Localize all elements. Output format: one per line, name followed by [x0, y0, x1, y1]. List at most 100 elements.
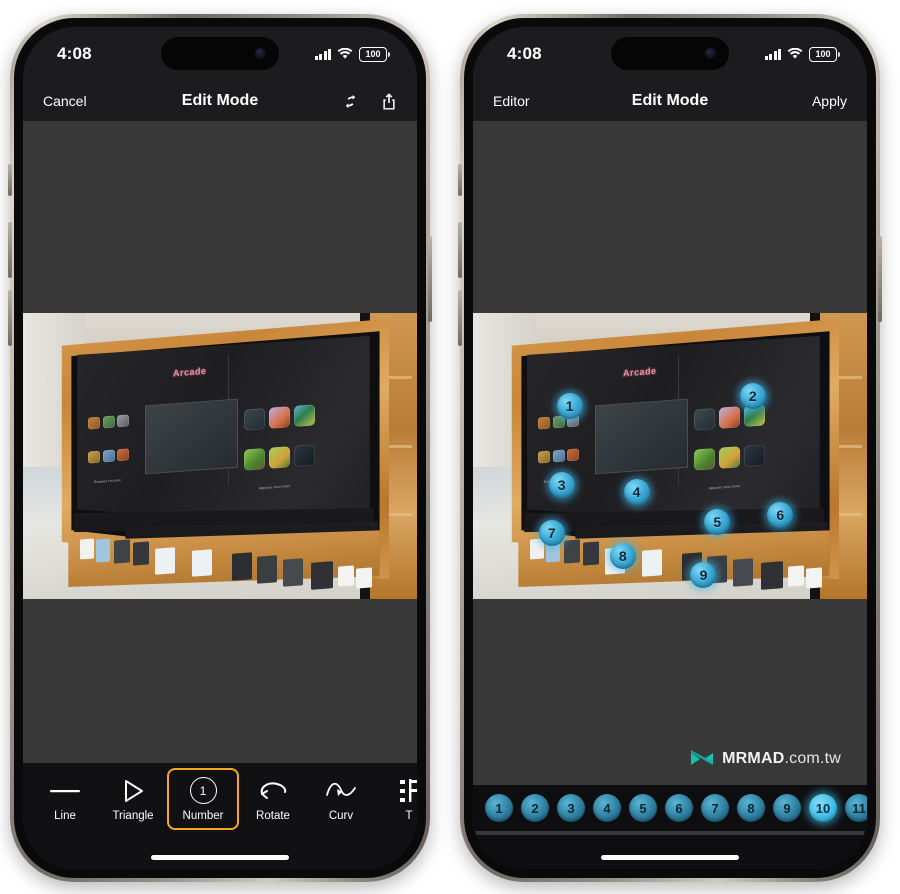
number-chip-9[interactable]: 9	[773, 794, 801, 822]
number-chip-3[interactable]: 3	[557, 794, 585, 822]
rotate-arrow-icon	[258, 777, 288, 805]
tool-number[interactable]: 1 Number	[167, 768, 239, 830]
right-phone-device: 4:08 100 Editor Edit Mode Apply Arcade A…	[458, 14, 882, 882]
status-clock: 4:08	[57, 44, 92, 63]
number-circle-icon: 1	[189, 777, 217, 805]
annotation-marker-7[interactable]: 7	[538, 520, 565, 547]
battery-level-label: 100	[365, 48, 381, 59]
left-phone-screen: 4:08 100 Cancel Edit Mode Arcade Essayez…	[23, 27, 417, 869]
line-icon	[49, 777, 81, 805]
cellular-bars-icon	[314, 48, 331, 60]
number-chip-2[interactable]: 2	[521, 794, 549, 822]
watermark-brand: MRMAD	[722, 750, 785, 767]
left-home-area	[23, 835, 417, 869]
tool-crop[interactable]: T	[375, 768, 417, 830]
curve-arrow-icon	[324, 777, 358, 805]
power-button[interactable]	[878, 236, 882, 322]
annotation-marker-2[interactable]: 2	[739, 382, 766, 409]
status-indicators: 100	[314, 46, 390, 62]
number-chip-4[interactable]: 4	[593, 794, 621, 822]
cellular-bars-icon	[764, 48, 781, 60]
annotation-marker-4[interactable]: 4	[623, 478, 650, 505]
share-up-arrow-icon[interactable]	[381, 92, 397, 110]
sync-arrows-icon[interactable]	[342, 93, 359, 110]
apple-store-arcade-photo: Arcade E	[23, 313, 417, 599]
tool-label: Number	[182, 809, 224, 822]
tool-label: Triangle	[112, 809, 154, 822]
page-title: Edit Mode	[631, 92, 709, 109]
left-editor-canvas[interactable]: Arcade Essayez les jeux Appuyez pour jou…	[23, 121, 417, 869]
dynamic-island	[161, 37, 279, 70]
left-phone-bezel: 4:08 100 Cancel Edit Mode Arcade Essayez…	[14, 18, 426, 878]
annotation-marker-5[interactable]: 5	[704, 508, 731, 535]
right-nav-bar: Editor Edit Mode Apply	[473, 81, 867, 121]
tool-line[interactable]: Line	[31, 768, 99, 830]
right-phone-bezel: 4:08 100 Editor Edit Mode Apply Arcade A…	[464, 18, 876, 878]
annotation-marker-9[interactable]: 9	[690, 561, 717, 588]
editor-button[interactable]: Editor	[493, 93, 567, 109]
annotation-toolbar[interactable]: Line Triangle 1 Number Rotate Curv T	[23, 763, 417, 835]
volume-up-button[interactable]	[458, 222, 462, 278]
power-button[interactable]	[428, 236, 432, 322]
right-photo-preview[interactable]: Arcade E	[473, 313, 867, 599]
battery-level-label: 100	[815, 48, 831, 59]
annotation-marker-3[interactable]: 3	[548, 471, 575, 498]
battery-indicator: 100	[359, 46, 390, 62]
dynamic-island	[611, 37, 729, 70]
annotation-marker-8[interactable]: 8	[609, 543, 636, 570]
tool-label: Rotate	[256, 809, 290, 822]
left-photo-preview[interactable]: Arcade Essayez les jeux Appuyez pour jou…	[23, 313, 417, 599]
watermark-domain: .com.tw	[784, 750, 841, 767]
volume-down-button[interactable]	[458, 290, 462, 346]
status-clock: 4:08	[507, 44, 542, 63]
tool-label: T	[405, 809, 413, 822]
front-camera-icon	[705, 48, 716, 59]
status-bar: 4:08 100	[23, 27, 417, 81]
tool-label: Line	[54, 809, 76, 822]
home-indicator[interactable]	[601, 855, 739, 860]
tool-curve[interactable]: Curv	[307, 768, 375, 830]
apply-button[interactable]: Apply	[773, 93, 847, 109]
annotation-marker-6[interactable]: 6	[767, 501, 794, 528]
battery-indicator: 100	[809, 46, 840, 62]
photo-wall-tv	[145, 398, 238, 474]
left-phone-device: 4:08 100 Cancel Edit Mode Arcade Essayez…	[8, 14, 432, 882]
crop-icon	[398, 777, 417, 805]
tool-rotate[interactable]: Rotate	[239, 768, 307, 830]
watermark: MRMAD.com.tw	[689, 749, 841, 769]
number-chip-6[interactable]: 6	[665, 794, 693, 822]
triangle-icon	[120, 777, 146, 805]
number-chip-5[interactable]: 5	[629, 794, 657, 822]
volume-down-button[interactable]	[8, 290, 12, 346]
tool-triangle[interactable]: Triangle	[99, 768, 167, 830]
number-chip-7[interactable]: 7	[701, 794, 729, 822]
number-chip-10[interactable]: 10	[809, 794, 837, 822]
action-button[interactable]	[8, 164, 12, 196]
volume-up-button[interactable]	[8, 222, 12, 278]
number-picker-strip[interactable]: 1 2 3 4 5 6 7 8 9 10 11	[473, 785, 867, 831]
number-badge: 1	[189, 777, 217, 804]
number-chip-8[interactable]: 8	[737, 794, 765, 822]
apple-store-arcade-photo: Arcade E	[473, 313, 867, 599]
wifi-icon	[337, 48, 353, 59]
wifi-icon	[787, 48, 803, 59]
photo-wall-tv	[595, 398, 688, 474]
action-button[interactable]	[458, 164, 462, 196]
page-title: Edit Mode	[181, 92, 259, 109]
status-bar: 4:08 100	[473, 27, 867, 81]
tool-label: Curv	[328, 809, 354, 822]
status-indicators: 100	[764, 46, 840, 62]
cancel-button[interactable]: Cancel	[43, 93, 117, 109]
right-editor-canvas[interactable]: Arcade E	[473, 121, 867, 869]
mrmad-logo-icon	[691, 750, 714, 765]
annotation-marker-1[interactable]: 1	[556, 392, 583, 419]
right-home-area	[473, 835, 867, 869]
number-chip-1[interactable]: 1	[485, 794, 513, 822]
left-nav-bar: Cancel Edit Mode	[23, 81, 417, 121]
watermark-text: MRMAD.com.tw	[722, 750, 841, 768]
right-phone-screen: 4:08 100 Editor Edit Mode Apply Arcade A…	[473, 27, 867, 869]
number-chip-11[interactable]: 11	[845, 794, 867, 822]
screenshot-canvas: 4:08 100 Cancel Edit Mode Arcade Essayez…	[0, 0, 900, 894]
front-camera-icon	[255, 48, 266, 59]
home-indicator[interactable]	[151, 855, 289, 860]
